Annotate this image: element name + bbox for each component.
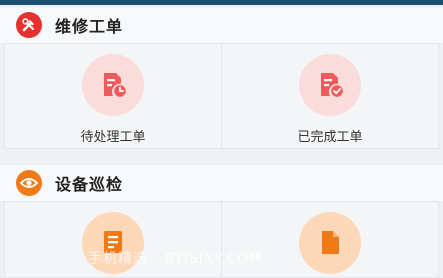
repair-orders-grid: 待处理工单 已完成工单 [4,43,439,149]
completed-orders-tile[interactable]: 已完成工单 [222,43,439,149]
pending-orders-label: 待处理工单 [80,130,146,145]
watermark: 手机精选 · BYJSJXY.COM [88,251,263,267]
pending-document-icon [82,54,144,116]
pending-orders-tile[interactable]: 待处理工单 [4,43,222,149]
section-header-equipment-inspection: 设备巡检 [0,165,443,201]
section-title: 维修工单 [55,17,124,36]
wrench-hammer-icon [16,12,42,38]
eye-icon [16,170,42,196]
completed-orders-label: 已完成工单 [297,130,363,145]
section-title: 设备巡检 [55,175,124,194]
top-bar [0,0,443,5]
completed-document-icon [299,54,361,116]
file-icon [299,212,361,274]
section-header-repair-orders: 维修工单 [0,7,443,43]
